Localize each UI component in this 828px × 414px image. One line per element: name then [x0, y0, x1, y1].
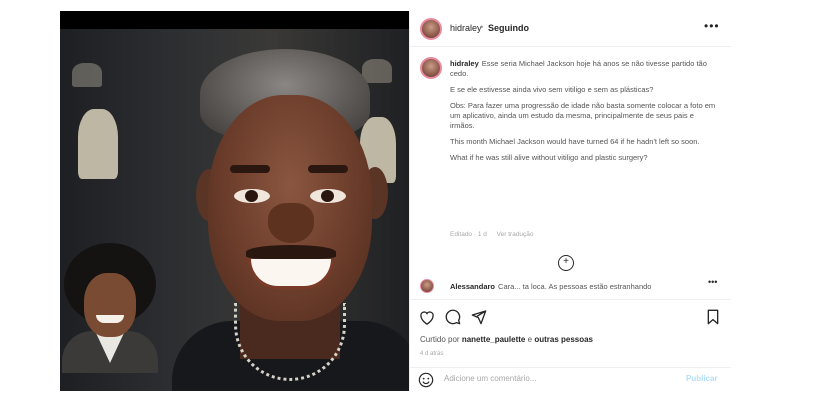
author-avatar[interactable] — [420, 18, 442, 40]
action-bar — [410, 299, 731, 329]
plus-circle-icon[interactable]: + — [558, 255, 574, 271]
post-card: hidraley • Seguindo ••• hidraley Esse ser… — [60, 11, 731, 391]
likes-connector: e — [527, 335, 533, 344]
caption-text-1: Esse seria Michael Jackson hoje há anos … — [450, 59, 707, 78]
caption-text-4: This month Michael Jackson would have tu… — [450, 137, 700, 146]
see-translation-link[interactable]: Ver tradução — [497, 231, 534, 238]
post-side-panel: hidraley • Seguindo ••• hidraley Esse ser… — [409, 11, 731, 391]
caption-username[interactable]: hidraley — [450, 59, 479, 68]
bookmark-icon[interactable] — [704, 308, 722, 326]
child-photo-inset — [60, 243, 160, 373]
caption-meta: Editado · 1 d Ver tradução — [450, 231, 542, 238]
post-caption: hidraley Esse seria Michael Jackson hoje … — [410, 53, 731, 281]
commenter-avatar[interactable] — [420, 279, 434, 293]
liked-by-user[interactable]: nanette_paulette — [462, 335, 526, 344]
caption-time: Editado · 1 d — [450, 231, 487, 238]
post-header: hidraley • Seguindo ••• — [410, 11, 731, 47]
likes-summary: Curtido por nanette_paulette e outras pe… — [420, 335, 593, 344]
comment-icon[interactable] — [444, 308, 462, 326]
caption-text-2: E se ele estivesse ainda vivo sem vitili… — [450, 85, 654, 94]
send-icon[interactable] — [470, 308, 488, 326]
comment-more-icon[interactable]: ••• — [708, 277, 717, 287]
likes-prefix: Curtido por — [420, 335, 460, 344]
publish-button[interactable]: Publicar — [686, 374, 718, 383]
comment-input[interactable]: Adicione um comentário... — [444, 374, 537, 383]
comment-item: Alessandaro Cara... ta loca. As pessoas e… — [410, 277, 731, 293]
more-options-icon[interactable]: ••• — [704, 19, 720, 33]
caption-text-3: Obs: Para fazer uma progressão de idade … — [450, 101, 716, 130]
smile-icon[interactable] — [418, 372, 434, 388]
liked-by-others[interactable]: outras pessoas — [534, 335, 593, 344]
author-username[interactable]: hidraley — [450, 23, 482, 33]
caption-text-5: What if he was still alive without vitil… — [450, 153, 648, 162]
following-button[interactable]: Seguindo — [488, 23, 529, 33]
post-date: 4 d atrás — [420, 351, 444, 357]
heart-icon[interactable] — [418, 308, 436, 326]
add-comment-bar: Adicione um comentário... Publicar — [410, 367, 731, 391]
commenter-username[interactable]: Alessandaro — [450, 282, 495, 291]
caption-avatar[interactable] — [420, 57, 442, 79]
header-separator: • — [480, 22, 484, 32]
post-image[interactable] — [60, 11, 409, 391]
comment-text: Cara... ta loca. As pessoas estão estran… — [498, 282, 652, 291]
